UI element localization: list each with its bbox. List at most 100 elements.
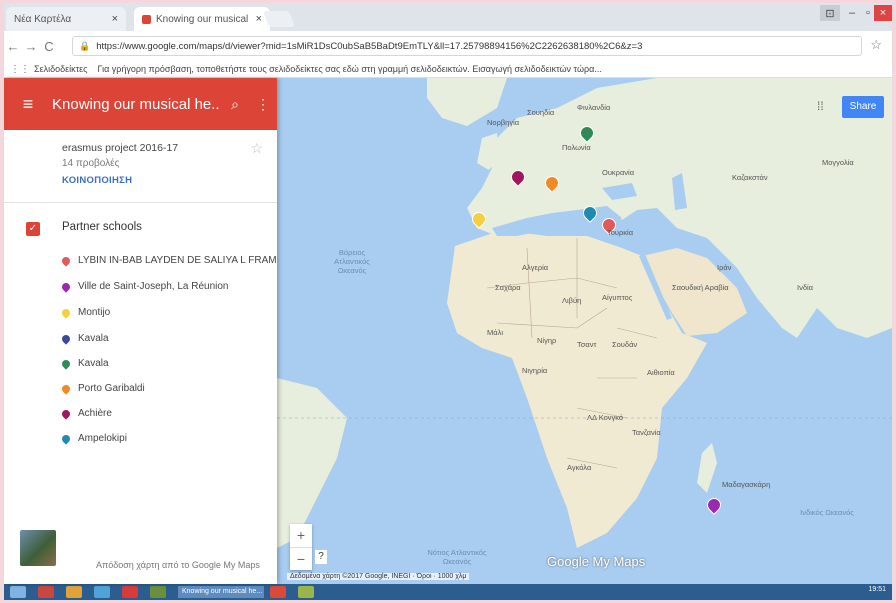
zoom-out-button[interactable]: − [290,547,312,571]
map-label: Αγκόλα [567,463,592,472]
place-item[interactable]: Ville de Saint-Joseph, La Réunion [60,280,229,293]
back-icon[interactable]: ← [4,39,22,54]
menu-icon[interactable]: ≡ [4,94,52,115]
place-name: Montijo [78,307,111,318]
map-label: Σαχάρα [495,283,521,292]
ocean-label: Ινδικός Ωκεανός [800,508,854,517]
taskbar-app-icon[interactable] [38,586,54,598]
place-name: Porto Garibaldi [78,383,145,394]
browser-window: Νέα Καρτέλα × Knowing our musical he... … [4,3,892,600]
close-icon[interactable]: × [112,13,118,25]
place-item[interactable]: Montijo [60,306,111,319]
place-name: Ampelokipi [78,433,127,444]
author-avatar[interactable] [20,530,56,566]
place-item[interactable]: Kavala [60,332,109,345]
map-label: Αίγυπτος [602,293,633,302]
profile-icon[interactable]: ⊡ [820,5,840,21]
taskbar-clock[interactable]: 19:51 [868,586,886,593]
place-name: Achière [78,408,112,419]
map-label: Νιγηρία [522,366,548,375]
layers-grid-icon[interactable]: ⁞⁞ [817,100,829,112]
map-label: Σουηδία [527,108,555,117]
tab-new-tab[interactable]: Νέα Καρτέλα × [6,7,126,31]
map-label: Σουδάν [612,340,638,349]
share-link[interactable]: ΚΟΙΝΟΠΟΙΗΣΗ [62,175,132,186]
place-item[interactable]: Ampelokipi [60,432,127,445]
os-taskbar: Knowing our musical he... 19:51 [4,584,892,600]
taskbar-app-icon[interactable] [270,586,286,598]
taskbar-app-icon[interactable] [94,586,110,598]
land-south-america [277,378,347,548]
forward-icon[interactable]: → [22,39,40,54]
bookmarks-bar: ⋮⋮ Σελιδοδείκτες Για γρήγορη πρόσβαση, τ… [4,61,892,78]
start-icon[interactable] [10,586,26,598]
map-canvas[interactable]: Βόρειος Ατλαντικός Ωκεανός Νότιος Ατλαντ… [277,78,892,584]
view-count: 14 προβολές [62,158,120,169]
lock-icon: 🔒 [79,40,91,51]
help-button[interactable]: ? [315,550,327,564]
layer-title[interactable]: Partner schools [62,221,142,233]
share-button[interactable]: Share [842,96,884,118]
project-name: erasmus project 2016-17 [62,142,179,154]
map-label: Τουρκία [607,228,634,237]
more-options-icon[interactable]: ⋮ [249,96,277,113]
bookmark-star-icon[interactable]: ☆ [870,37,882,53]
taskbar-app-icon[interactable] [66,586,82,598]
map-label: Τανζανία [632,428,661,437]
layer-checkbox[interactable]: ✓ [26,222,40,236]
map-label: Καζακστάν [732,173,768,182]
place-marker-icon [60,407,72,420]
zoom-in-button[interactable]: + [290,524,312,547]
new-tab-button[interactable] [263,11,295,27]
place-name: Kavala [78,358,109,369]
sidebar-header: ≡ Knowing our musical he... ⌕ ⋮ [4,78,277,130]
bookmarks-label[interactable]: Σελιδοδείκτες [34,64,88,74]
close-window-icon[interactable]: × [874,5,892,21]
place-marker-icon [60,382,72,395]
map-label: Μάλι [487,328,503,337]
search-icon[interactable]: ⌕ [221,96,249,113]
close-icon[interactable]: × [256,13,262,25]
map-label: Νορβηγία [487,118,520,127]
place-marker-icon [60,254,72,267]
place-name: Kavala [78,333,109,344]
place-item[interactable]: Achière [60,407,112,420]
google-my-maps-logo: Google My Maps [547,554,646,569]
bookmarks-hint[interactable]: Για γρήγορη πρόσβαση, τοποθετήστε τους σ… [98,64,602,74]
map-label: Νίγηρ [537,336,557,345]
reload-icon[interactable]: C [40,39,58,54]
ocean-label: Βόρειος Ατλαντικός Ωκεανός [334,248,370,275]
place-marker-icon [60,280,72,293]
taskbar-app-icon[interactable] [122,586,138,598]
taskbar-app-icon[interactable] [298,586,314,598]
map-label: Φινλανδία [577,103,611,112]
url-text: https://www.google.com/maps/d/viewer?mid… [96,40,643,52]
apps-icon[interactable]: ⋮⋮ [10,64,30,75]
map-sidebar: ≡ Knowing our musical he... ⌕ ⋮ erasmus … [4,78,277,584]
map-title: Knowing our musical he... [52,95,221,113]
url-input[interactable]: 🔒 https://www.google.com/maps/d/viewer?m… [72,36,862,56]
taskbar-window[interactable]: Knowing our musical he... [178,586,264,598]
place-item[interactable]: Porto Garibaldi [60,382,145,395]
address-row: ← → C 🔒 https://www.google.com/maps/d/vi… [4,31,892,61]
map-label: Λιβύη [562,296,582,305]
ocean-label: Νότιος Ατλαντικός Ωκεανός [427,548,487,566]
tab-label: Knowing our musical he... [156,13,248,25]
map-label: Ουκρανία [602,168,635,177]
tab-strip: Νέα Καρτέλα × Knowing our musical he... … [4,3,892,31]
map-label: Τσαντ [577,340,597,349]
map-label: Μαδαγασκάρη [722,480,771,489]
place-marker-icon [60,306,72,319]
place-item[interactable]: LYBIN IN-BAB LAYDEN DE SALIYA L FRAM [60,254,277,267]
tab-label: Νέα Καρτέλα [14,13,72,25]
star-icon[interactable]: ☆ [250,140,263,157]
place-name: Ville de Saint-Joseph, La Réunion [78,281,229,292]
map-label: Αλγερία [522,263,549,272]
place-item[interactable]: Kavala [60,357,109,370]
place-marker-icon [60,357,72,370]
map-attribution[interactable]: Δεδομένα χάρτη ©2017 Google, INEGI · Όρο… [287,573,470,580]
map-label: Ινδία [797,283,814,292]
tab-my-maps[interactable]: Knowing our musical he... × [134,7,270,31]
map-label: Μογγολία [822,158,854,167]
taskbar-app-icon[interactable] [150,586,166,598]
